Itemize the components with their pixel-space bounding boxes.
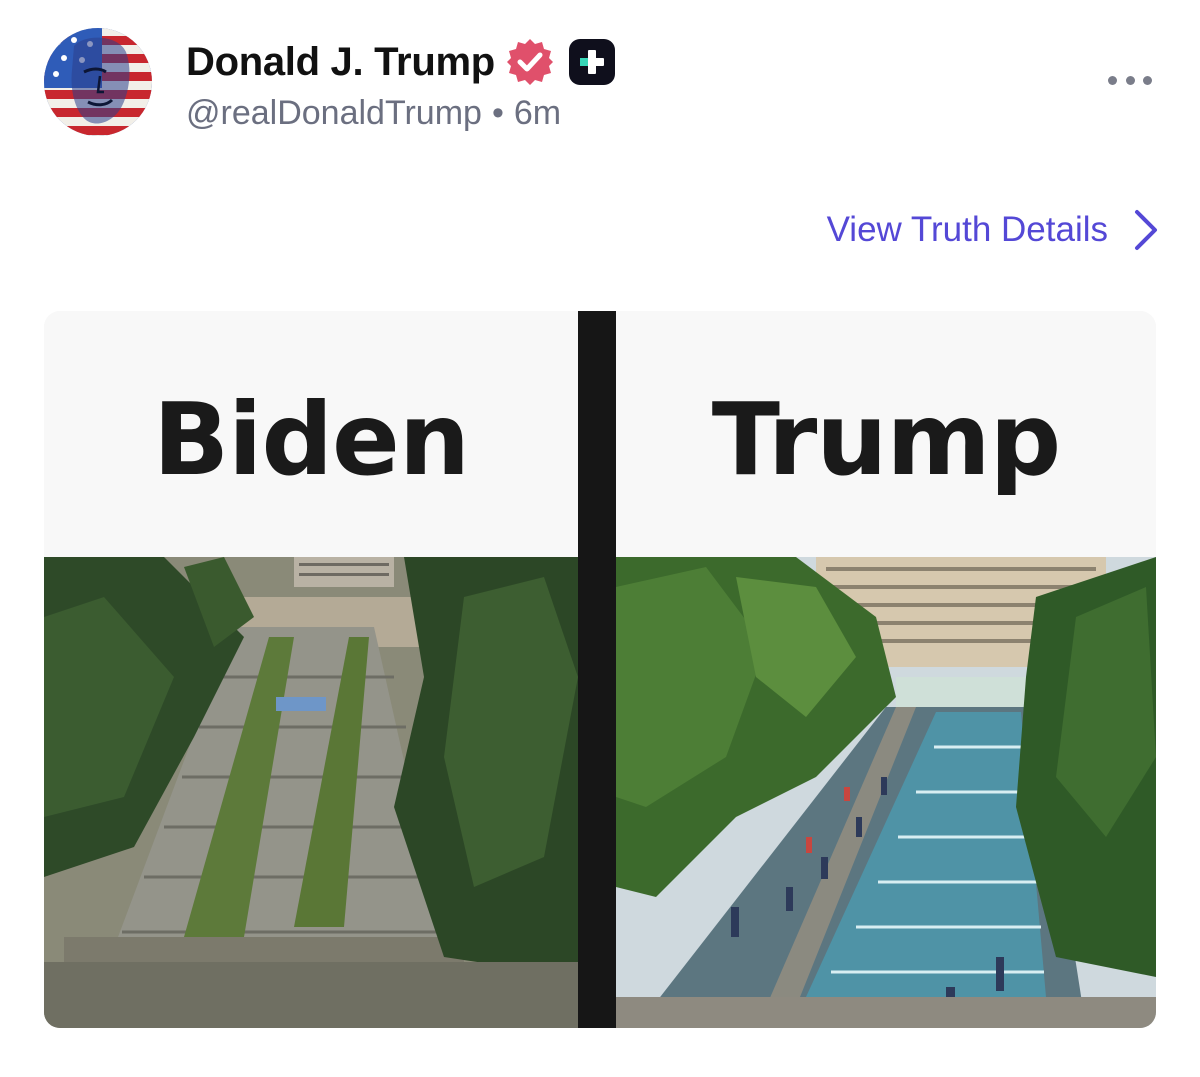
more-dot <box>1143 75 1152 85</box>
more-dot <box>1125 75 1135 85</box>
author-handle[interactable]: @realDonaldTrump <box>186 94 482 133</box>
more-dot <box>1108 75 1117 85</box>
dry-fountain-photo <box>44 557 578 1028</box>
author-display-name[interactable]: Donald J. Trump <box>186 40 495 85</box>
author-name-row: Donald J. Trump <box>186 34 615 90</box>
verified-badge-icon <box>506 39 553 85</box>
view-truth-details-link[interactable]: View Truth Details <box>827 208 1160 252</box>
media-right-panel: Trump <box>616 311 1156 1028</box>
handle-separator: • <box>491 94 504 132</box>
truth-post: Donald J. Trump @realDonaldTrump • 6m Vi… <box>0 0 1200 1077</box>
chevron-right-icon <box>1135 210 1157 250</box>
view-truth-details-label: View Truth Details <box>826 210 1108 249</box>
media-divider <box>578 311 616 1028</box>
author-handle-row: @realDonaldTrump • 6m <box>186 94 561 133</box>
media-right-caption: Trump <box>616 311 1156 557</box>
avatar[interactable] <box>44 28 152 136</box>
media-left-caption: Biden <box>44 311 578 557</box>
flowing-fountain-photo <box>616 557 1156 1028</box>
flag-portrait-avatar <box>44 28 152 136</box>
plus-badge-icon <box>568 39 615 85</box>
post-media-image[interactable]: Biden Trump <box>44 311 1156 1028</box>
post-timestamp[interactable]: 6m <box>514 94 561 133</box>
more-options-icon[interactable] <box>1108 70 1152 90</box>
media-left-panel: Biden <box>44 311 578 1028</box>
